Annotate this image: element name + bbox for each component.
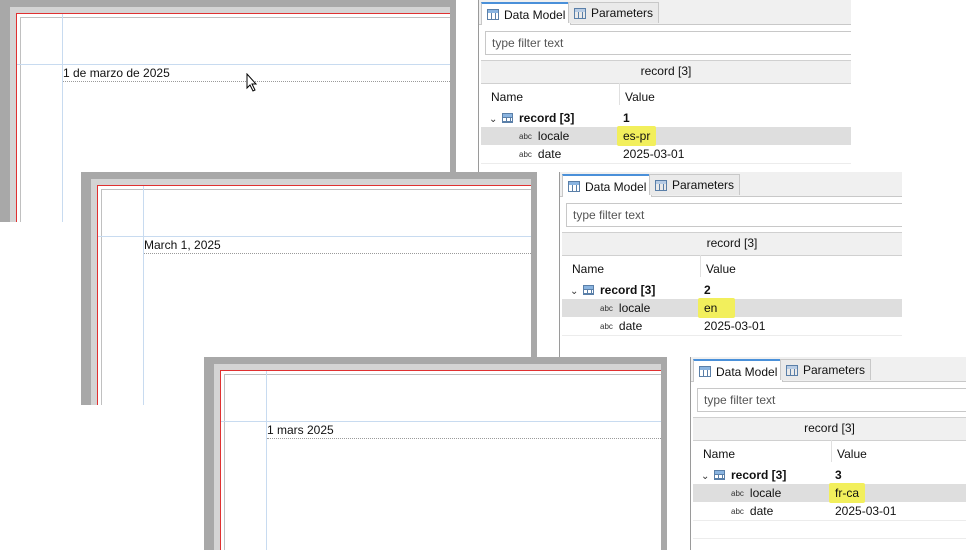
tab-parameters[interactable]: Parameters (568, 2, 660, 23)
table-icon (714, 470, 725, 480)
row-divider (693, 520, 966, 521)
abc-icon: abc (519, 150, 532, 159)
table-icon (487, 9, 499, 20)
column-header-value[interactable]: Value (706, 262, 736, 276)
date-field[interactable]: 1 de marzo de 2025 (63, 66, 170, 80)
date-value: 2025-03-01 (835, 504, 897, 518)
row-divider (693, 538, 966, 539)
layout-guide (221, 421, 661, 422)
date-label: date (618, 319, 643, 333)
tab-data-model[interactable]: Data Model (693, 359, 784, 382)
table-icon (583, 285, 594, 295)
record-header: record [3] (481, 60, 851, 84)
date-field[interactable]: March 1, 2025 (144, 238, 221, 252)
filter-input[interactable]: type filter text (697, 388, 966, 412)
record-header: record [3] (693, 417, 966, 441)
record-header: record [3] (562, 232, 902, 256)
view-tabs: Data Model Parameters (479, 0, 851, 25)
date-label: date (537, 147, 562, 161)
locale-label: locale (749, 486, 782, 500)
report-page: 1 mars 2025 (214, 364, 661, 550)
column-divider (700, 255, 701, 277)
tree-row-record[interactable]: ⌄ record [3] 3 (693, 466, 966, 484)
field-boundary (144, 253, 531, 254)
column-header-name[interactable]: Name (703, 447, 735, 461)
tab-label: Data Model (585, 179, 647, 194)
tab-label: Data Model (716, 364, 778, 379)
data-model-body: type filter text record [3] Name Value ⌄… (691, 382, 966, 550)
record-label: record [3] (519, 111, 575, 125)
table-icon (655, 179, 667, 191)
row-divider (481, 163, 851, 164)
tree-row-date[interactable]: abc date 2025-03-01 (693, 502, 966, 520)
filter-input[interactable]: type filter text (566, 203, 902, 227)
record-value: 1 (623, 111, 630, 125)
column-header-name[interactable]: Name (572, 262, 604, 276)
layout-guide (98, 236, 531, 237)
view-tabs: Data Model Parameters (560, 172, 902, 197)
table-icon (786, 364, 798, 376)
layout-guide (143, 186, 144, 405)
layout-guide (266, 371, 267, 550)
abc-icon: abc (519, 132, 532, 141)
column-header-value[interactable]: Value (837, 447, 867, 461)
abc-icon: abc (731, 507, 744, 516)
field-boundary (267, 438, 661, 439)
locale-label: locale (618, 301, 651, 315)
tree-row-record[interactable]: ⌄ record [3] 2 (562, 281, 902, 299)
mouse-cursor-icon (246, 72, 258, 95)
tree-row-locale[interactable]: abc locale fr-ca (693, 483, 966, 503)
tree-row-record[interactable]: ⌄ record [3] 1 (481, 109, 851, 127)
locale-value: fr-ca (829, 483, 865, 503)
layout-guide (17, 64, 450, 65)
tree-row-date[interactable]: abc date 2025-03-01 (562, 317, 902, 335)
tab-label: Parameters (591, 6, 654, 20)
screenshot-panel-3: 1 mars 2025 Data Model Parameters type f… (204, 357, 966, 550)
record-value: 3 (835, 468, 842, 482)
tab-parameters[interactable]: Parameters (780, 359, 872, 380)
date-value: 2025-03-01 (623, 147, 685, 161)
date-label: date (749, 504, 774, 518)
tab-data-model[interactable]: Data Model (562, 174, 653, 197)
tab-label: Parameters (803, 363, 866, 377)
tree-row-locale[interactable]: abc locale en (562, 298, 902, 318)
tab-label: Parameters (672, 178, 735, 192)
tree-row-locale[interactable]: abc locale es-pr (481, 126, 851, 146)
locale-label: locale (537, 129, 570, 143)
view-tabs: Data Model Parameters (691, 357, 966, 382)
table-icon (568, 181, 580, 192)
tab-parameters[interactable]: Parameters (649, 174, 741, 195)
record-label: record [3] (731, 468, 787, 482)
column-header-value[interactable]: Value (625, 90, 655, 104)
locale-value: es-pr (617, 126, 657, 146)
column-header-name[interactable]: Name (491, 90, 523, 104)
date-field[interactable]: 1 mars 2025 (267, 423, 334, 437)
report-page-body: 1 mars 2025 (220, 370, 661, 550)
tab-data-model[interactable]: Data Model (481, 2, 572, 25)
column-divider (831, 440, 832, 462)
record-value: 2 (704, 283, 711, 297)
column-divider (619, 83, 620, 105)
date-value: 2025-03-01 (704, 319, 766, 333)
tab-label: Data Model (504, 7, 566, 22)
locale-value: en (698, 298, 736, 318)
abc-icon: abc (731, 489, 744, 498)
abc-icon: abc (600, 304, 613, 313)
tree-row-date[interactable]: abc date 2025-03-01 (481, 145, 851, 163)
filter-input[interactable]: type filter text (485, 31, 851, 55)
record-label: record [3] (600, 283, 656, 297)
table-icon (574, 7, 586, 19)
row-divider (562, 335, 902, 336)
data-model-view: Data Model Parameters type filter text r… (690, 357, 966, 550)
layout-guide (62, 14, 63, 222)
table-icon (699, 366, 711, 377)
table-icon (502, 113, 513, 123)
abc-icon: abc (600, 322, 613, 331)
report-designer-canvas: 1 mars 2025 (204, 357, 667, 550)
